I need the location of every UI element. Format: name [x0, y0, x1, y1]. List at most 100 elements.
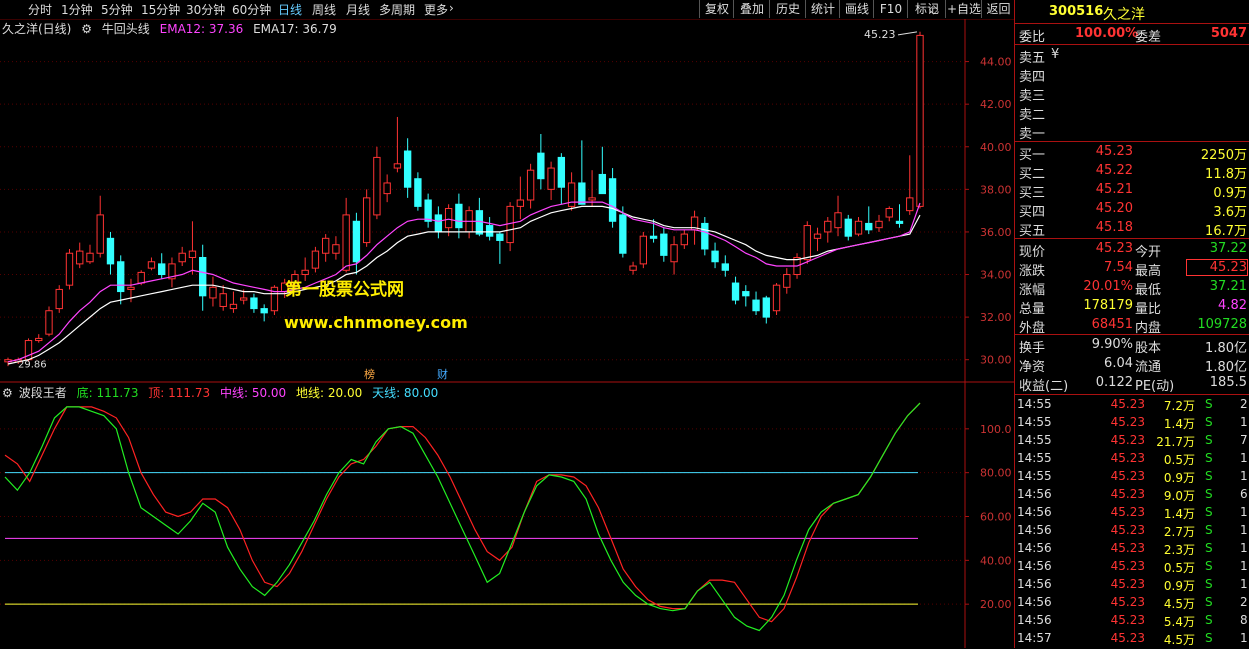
- stock-name: 久之洋: [1103, 7, 1145, 23]
- period-tab-7[interactable]: 周线: [312, 1, 336, 18]
- candle: [158, 253, 166, 279]
- list-mark-label[interactable]: 榜: [364, 367, 375, 381]
- candle: [465, 206, 473, 239]
- period-tab-0[interactable]: 分时: [28, 1, 52, 18]
- sub-axis-label: 20.00: [980, 598, 1012, 611]
- wave-indicator-chart[interactable]: 100.0 80.00 60.00 40.00 20.00: [0, 383, 1014, 648]
- trade-tick-row[interactable]: 14:56 45.23 0.9万 S 1: [1015, 577, 1249, 595]
- trade-tick-row[interactable]: 14:56 45.23 2.3万 S 1: [1015, 541, 1249, 559]
- period-tab-10[interactable]: 更多: [424, 1, 448, 18]
- price-axis-label: 38.00: [980, 183, 1012, 196]
- trade-tick-row[interactable]: 14:55 45.23 0.5万 S 1: [1015, 451, 1249, 469]
- toolbar-button-5[interactable]: F10: [873, 0, 908, 18]
- tick-volume: 7.2万: [1163, 399, 1195, 413]
- trade-tick-row[interactable]: 14:56 45.23 9.0万 S 6: [1015, 487, 1249, 505]
- toolbar-button-2[interactable]: 历史: [769, 0, 806, 18]
- tick-side: S: [1205, 631, 1213, 645]
- candle: [608, 168, 617, 228]
- sell-level-row[interactable]: 卖五 ¥: [1015, 47, 1249, 66]
- tick-price: 45.23: [1110, 505, 1145, 519]
- sell-level-row[interactable]: 卖四: [1015, 66, 1249, 85]
- candle: [209, 276, 217, 307]
- buy-level-row[interactable]: 买四 45.20 3.6万: [1015, 201, 1249, 220]
- candle: [598, 146, 607, 195]
- more-arrow-icon[interactable]: ›: [449, 1, 454, 15]
- stat-label: 量比: [1135, 302, 1162, 317]
- candlestick-chart[interactable]: 44.00 42.00 40.00 38.00 36.00 34.00 32.00 30.00…: [0, 19, 1014, 383]
- toolbar-button-6[interactable]: 标记: [907, 0, 946, 18]
- buy-level-row[interactable]: 买一 45.23 2250万: [1015, 144, 1249, 163]
- sell-level-row[interactable]: 卖二: [1015, 104, 1249, 123]
- period-tab-2[interactable]: 5分钟: [101, 1, 133, 18]
- period-tab-1[interactable]: 1分钟: [61, 1, 93, 18]
- candle: [475, 197, 484, 237]
- tick-volume: 4.5万: [1163, 633, 1195, 647]
- sell-level-label: 卖四: [1019, 70, 1046, 85]
- candle: [45, 306, 53, 337]
- tick-volume: 21.7万: [1156, 435, 1195, 449]
- trade-tick-row[interactable]: 14:55 45.23 7.2万 S 2: [1015, 397, 1249, 415]
- stat-label: 今开: [1135, 245, 1162, 260]
- price-axis-label: 40.00: [980, 141, 1012, 154]
- stat-value: 178179: [1083, 298, 1133, 313]
- buy-level-label: 买五: [1019, 224, 1046, 239]
- tick-time: 14:55: [1017, 415, 1052, 429]
- candle: [680, 229, 688, 249]
- trade-tick-row[interactable]: 14:55 45.23 0.9万 S 1: [1015, 469, 1249, 487]
- toolbar-button-7[interactable]: +自选: [945, 0, 982, 18]
- candle: [670, 236, 678, 275]
- tick-count: 1: [1240, 577, 1248, 591]
- trade-tick-row[interactable]: 14:56 45.23 4.5万 S 2: [1015, 595, 1249, 613]
- toolbar-button-3[interactable]: 统计: [805, 0, 840, 18]
- diamond-icon[interactable]: ◇: [929, 2, 938, 16]
- price-axis-label: 30.00: [980, 354, 1012, 367]
- trade-tick-row[interactable]: 14:56 45.23 2.7万 S 1: [1015, 523, 1249, 541]
- sub-axis-label: 100.0: [980, 423, 1012, 436]
- sell-level-row[interactable]: 卖一: [1015, 123, 1249, 142]
- toolbar-button-8[interactable]: 返回: [981, 0, 1015, 18]
- fund-value: 6.04: [1104, 356, 1133, 371]
- weibi-row: 委比 100.00% 委差 5047: [1015, 26, 1249, 45]
- trade-tick-row[interactable]: 14:55 45.23 21.7万 S 7: [1015, 433, 1249, 451]
- tick-volume: 0.5万: [1163, 453, 1195, 467]
- tick-volume: 1.4万: [1163, 507, 1195, 521]
- tick-count: 6: [1240, 487, 1248, 501]
- finance-mark-label[interactable]: 财: [437, 367, 448, 381]
- candle: [762, 295, 770, 324]
- trade-tick-row[interactable]: 14:57 45.23 4.5万 S 1: [1015, 631, 1249, 649]
- trade-tick-row[interactable]: 14:56 45.23 0.5万 S 1: [1015, 559, 1249, 577]
- period-tab-9[interactable]: 多周期: [379, 1, 415, 18]
- wave-bottom-line: [4, 402, 921, 632]
- trade-tick-row[interactable]: 14:56 45.23 1.4万 S 1: [1015, 505, 1249, 523]
- buy-level-row[interactable]: 买三 45.21 0.9万: [1015, 182, 1249, 201]
- trade-tick-row[interactable]: 14:56 45.23 5.4万 S 8: [1015, 613, 1249, 631]
- candle: [250, 293, 258, 313]
- period-tab-8[interactable]: 月线: [346, 1, 370, 18]
- toolbar-button-1[interactable]: 叠加: [733, 0, 770, 18]
- toolbar-button-4[interactable]: 画线: [839, 0, 874, 18]
- candle: [373, 146, 381, 220]
- buy-level-row[interactable]: 买二 45.22 11.8万: [1015, 163, 1249, 182]
- buy-level-label: 买三: [1019, 186, 1046, 201]
- candle: [219, 285, 227, 311]
- toolbar-button-0[interactable]: 复权: [699, 0, 734, 18]
- period-tab-6[interactable]: 日线: [278, 1, 302, 18]
- fundamental-row: 收益(二) 0.122 PE(动) 185.5: [1015, 375, 1249, 394]
- candle: [547, 161, 555, 200]
- candle: [844, 214, 852, 241]
- sub-axis-label: 40.00: [980, 554, 1012, 567]
- candle: [711, 242, 719, 269]
- sell-level-row[interactable]: 卖三: [1015, 85, 1249, 104]
- period-tab-5[interactable]: 60分钟: [232, 1, 271, 18]
- buy-level-row[interactable]: 买五 45.18 16.7万: [1015, 220, 1249, 239]
- period-tab-4[interactable]: 30分钟: [186, 1, 225, 18]
- period-tab-3[interactable]: 15分钟: [141, 1, 180, 18]
- tick-price: 45.23: [1110, 631, 1145, 645]
- tick-side: S: [1205, 541, 1213, 555]
- sell-level-label: 卖一: [1019, 127, 1046, 142]
- tick-time: 14:56: [1017, 559, 1052, 573]
- tick-side: S: [1205, 577, 1213, 591]
- trade-tick-row[interactable]: 14:55 45.23 1.4万 S 1: [1015, 415, 1249, 433]
- tick-side: S: [1205, 487, 1213, 501]
- candle: [424, 193, 432, 228]
